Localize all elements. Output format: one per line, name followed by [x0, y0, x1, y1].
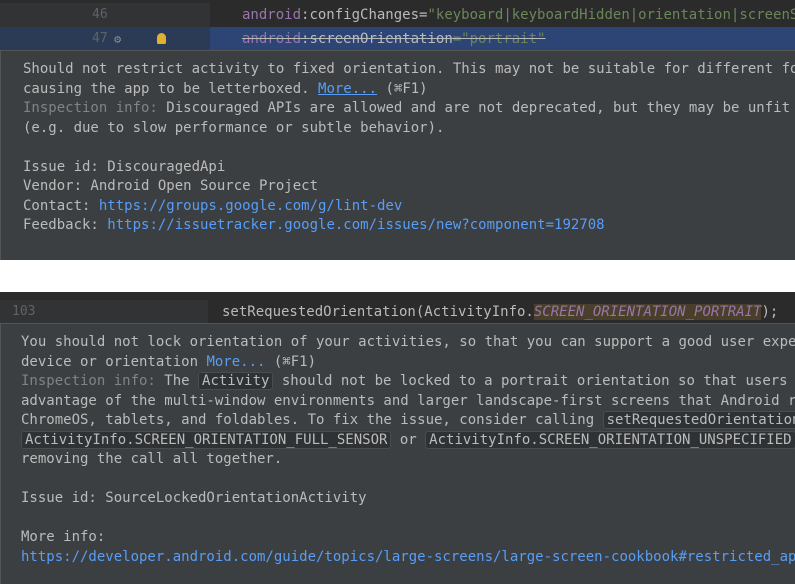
fold-icon[interactable]: ⚙ [114, 32, 121, 46]
inspection-popup-discouraged-api: Should not restrict activity to fixed or… [0, 50, 795, 260]
code-line-46[interactable]: 46 android:configChanges="keyboard|keybo… [0, 3, 795, 27]
line-number: 47 [92, 31, 108, 46]
more-link[interactable]: More... [206, 354, 265, 370]
line-number: 103 [12, 304, 36, 319]
code-text: setRequestedOrientation(ActivityInfo.SCR… [222, 304, 779, 320]
more-info-link[interactable]: https://developer.android.com/guide/topi… [21, 549, 795, 565]
popup-message: You should not lock orientation of your … [21, 333, 795, 567]
code-line-103[interactable]: 103 setRequestedOrientation(ActivityInfo… [0, 300, 795, 324]
code-chip: Activity [198, 372, 274, 390]
code-text: android:configChanges="keyboard|keyboard… [242, 7, 795, 23]
vendor: Vendor: Android Open Source Project [23, 178, 319, 194]
popup-message: Should not restrict activity to fixed or… [23, 61, 795, 233]
feedback-link[interactable]: https://issuetracker.google.com/issues/n… [107, 217, 604, 233]
inspection-popup-locked-orientation: You should not lock orientation of your … [0, 323, 795, 584]
more-link[interactable]: More... [318, 81, 377, 97]
code-text: android:screenOrientation="portrait" [242, 31, 546, 47]
code-line-47[interactable]: 47 ⚙ android:screenOrientation="portrait… [0, 27, 795, 51]
editor-panel-manifest: 46 android:configChanges="keyboard|keybo… [0, 0, 795, 260]
editor-panel-java: 103 setRequestedOrientation(ActivityInfo… [0, 292, 795, 584]
line-number: 46 [92, 7, 108, 22]
contact-link[interactable]: https://groups.google.com/g/lint-dev [99, 198, 402, 214]
code-chip: setRequestedOrientation [602, 411, 795, 429]
code-chip: ActivityInfo.SCREEN_ORIENTATION_UNSPECIF… [425, 430, 795, 449]
lightbulb-icon[interactable] [157, 33, 166, 44]
issue-id: Issue id: DiscouragedApi [23, 158, 226, 175]
code-chip: ActivityInfo.SCREEN_ORIENTATION_FULL_SEN… [21, 430, 392, 449]
issue-id: Issue id: SourceLockedOrientationActivit… [21, 490, 367, 506]
